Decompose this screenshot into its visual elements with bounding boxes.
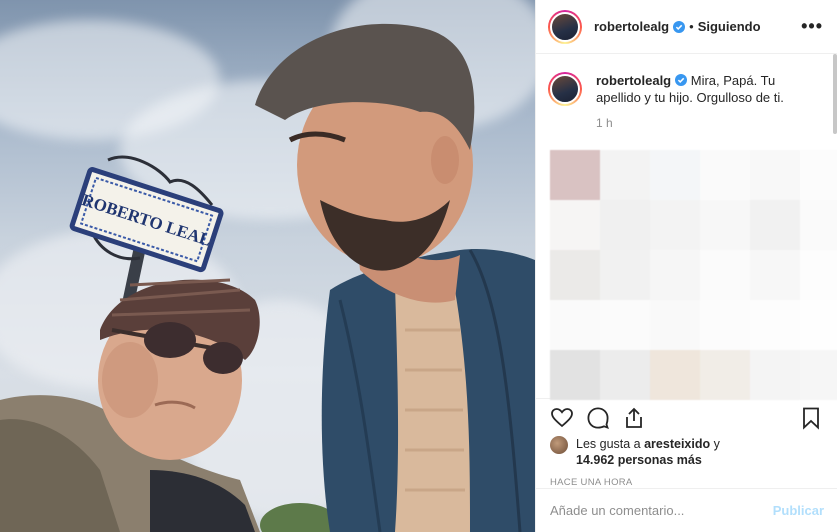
blurred-tile bbox=[650, 200, 700, 250]
following-button[interactable]: Siguiendo bbox=[698, 19, 761, 34]
author-username[interactable]: robertolealg bbox=[594, 19, 669, 34]
comment-icon[interactable] bbox=[586, 406, 610, 430]
share-icon[interactable] bbox=[622, 406, 646, 430]
blurred-tile bbox=[750, 150, 800, 200]
separator-dot: • bbox=[689, 19, 694, 34]
verified-badge-icon bbox=[673, 20, 686, 33]
publish-button[interactable]: Publicar bbox=[773, 503, 824, 518]
scrollbar[interactable] bbox=[833, 54, 837, 134]
caption: robertolealg Mira, Papá. Tu apellido y t… bbox=[548, 72, 823, 132]
blurred-tile bbox=[600, 350, 650, 400]
likes-middle: y bbox=[710, 437, 720, 451]
blurred-tile bbox=[800, 350, 837, 400]
bookmark-icon[interactable] bbox=[799, 406, 823, 430]
blurred-tile bbox=[800, 200, 837, 250]
blurred-tile bbox=[700, 250, 750, 300]
blurred-tile bbox=[550, 250, 600, 300]
add-comment-bar: Publicar bbox=[536, 488, 837, 532]
blurred-tile bbox=[600, 150, 650, 200]
heart-icon[interactable] bbox=[550, 406, 574, 430]
blurred-tile bbox=[700, 200, 750, 250]
posted-time[interactable]: HACE UNA HORA bbox=[536, 477, 837, 488]
more-options-icon[interactable]: ••• bbox=[801, 16, 823, 37]
caption-avatar[interactable] bbox=[548, 72, 582, 106]
street-sign: ROBERTO LEAL bbox=[69, 167, 224, 273]
caption-time[interactable]: 1 h bbox=[596, 115, 816, 132]
blurred-tile bbox=[800, 150, 837, 200]
blurred-tile bbox=[600, 300, 650, 350]
author-avatar[interactable] bbox=[548, 9, 582, 44]
blurred-comments bbox=[550, 150, 837, 400]
post-photo[interactable]: ROBERTO LEAL bbox=[0, 0, 535, 532]
blurred-tile bbox=[650, 300, 700, 350]
action-bar bbox=[536, 398, 837, 436]
knit-sweater bbox=[395, 282, 470, 532]
liker-username[interactable]: aresteixido bbox=[644, 437, 710, 451]
verified-badge-icon bbox=[675, 74, 688, 86]
post-header: robertolealg • Siguiendo ••• bbox=[536, 0, 837, 54]
blurred-tile bbox=[550, 150, 600, 200]
blurred-tile bbox=[700, 150, 750, 200]
blurred-tile bbox=[550, 350, 600, 400]
post-side-panel: robertolealg • Siguiendo ••• robertoleal… bbox=[535, 0, 837, 532]
comment-input[interactable] bbox=[550, 503, 773, 518]
blurred-tile bbox=[700, 350, 750, 400]
blurred-tile bbox=[650, 150, 700, 200]
likes-summary: Les gusta a aresteixido y 14.962 persona… bbox=[536, 436, 837, 468]
blurred-tile bbox=[600, 200, 650, 250]
blurred-tile bbox=[750, 200, 800, 250]
blurred-tile bbox=[550, 300, 600, 350]
caption-username[interactable]: robertolealg bbox=[596, 73, 671, 88]
blurred-tile bbox=[750, 250, 800, 300]
blurred-tile bbox=[550, 200, 600, 250]
blurred-tile bbox=[600, 250, 650, 300]
blurred-tile bbox=[750, 350, 800, 400]
blurred-tile bbox=[800, 250, 837, 300]
blurred-tile bbox=[650, 250, 700, 300]
likes-prefix: Les gusta a bbox=[576, 437, 645, 451]
blurred-tile bbox=[750, 300, 800, 350]
instagram-post-modal: ROBERTO LEAL robertolealg • Siguiendo ••… bbox=[0, 0, 837, 532]
blurred-tile bbox=[800, 300, 837, 350]
photo-scene: ROBERTO LEAL bbox=[0, 23, 535, 532]
blurred-tile bbox=[650, 350, 700, 400]
blurred-tile bbox=[700, 300, 750, 350]
likes-count[interactable]: 14.962 personas más bbox=[576, 453, 702, 467]
liker-avatar[interactable] bbox=[550, 436, 568, 454]
